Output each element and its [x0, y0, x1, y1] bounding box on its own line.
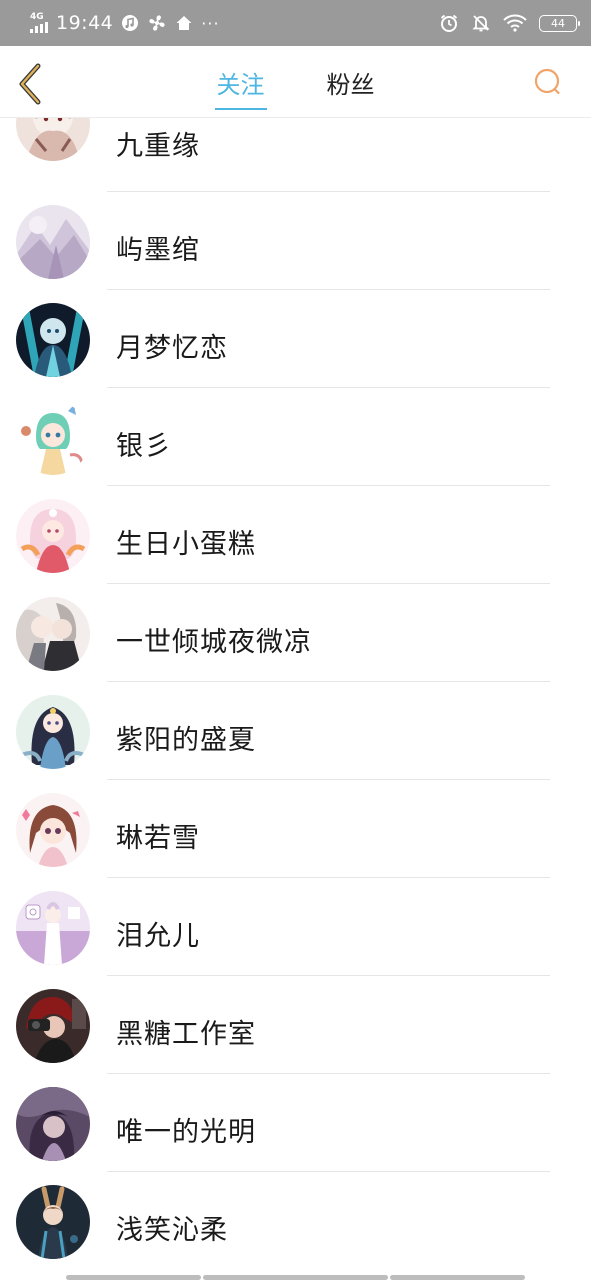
search-button[interactable]	[533, 67, 563, 97]
nav-indicator	[66, 1275, 201, 1280]
tab-bar: 关注 粉丝	[0, 46, 591, 118]
avatar	[16, 793, 90, 867]
list-item[interactable]: 月梦忆恋	[0, 290, 591, 388]
list-item[interactable]: 唯一的光明	[0, 1074, 591, 1172]
list-item[interactable]: 生日小蛋糕	[0, 486, 591, 584]
battery-icon: 44	[539, 14, 580, 32]
list-item[interactable]: 琳若雪	[0, 780, 591, 878]
following-list: 九重缘 屿墨绾 月梦忆恋 银彡 生日小蛋糕 一世倾城夜微凉 紫阳的盛夏 琳若雪 …	[0, 118, 591, 1280]
list-item[interactable]: 一世倾城夜微凉	[0, 584, 591, 682]
user-name: 紫阳的盛夏	[116, 725, 256, 756]
home-icon	[175, 14, 193, 32]
list-item[interactable]: 屿墨绾	[0, 192, 591, 290]
list-item[interactable]: 黑糖工作室	[0, 976, 591, 1074]
user-name: 银彡	[116, 431, 172, 462]
nav-indicator	[203, 1275, 388, 1280]
avatar	[16, 597, 90, 671]
user-name: 泪允儿	[116, 921, 200, 952]
user-name: 一世倾城夜微凉	[116, 627, 312, 658]
signal-icon: 4G	[30, 13, 48, 33]
user-name: 九重缘	[116, 131, 200, 162]
list-item[interactable]: 九重缘	[0, 118, 591, 192]
fan-icon	[147, 13, 167, 33]
avatar	[16, 989, 90, 1063]
search-icon	[534, 68, 560, 95]
avatar	[16, 891, 90, 965]
mute-icon	[471, 13, 491, 33]
status-right: 44	[439, 13, 580, 33]
user-name: 唯一的光明	[116, 1117, 256, 1148]
user-name: 浅笑沁柔	[116, 1215, 228, 1246]
wifi-icon	[503, 14, 527, 32]
avatar	[16, 303, 90, 377]
user-name: 生日小蛋糕	[116, 529, 256, 560]
music-icon	[121, 14, 139, 32]
status-bar: 4G 19:44 ··· 44	[0, 0, 591, 46]
tab-following[interactable]: 关注	[214, 65, 267, 110]
avatar	[16, 1087, 90, 1161]
battery-level: 44	[551, 16, 565, 30]
avatar	[16, 401, 90, 475]
list-item[interactable]: 泪允儿	[0, 878, 591, 976]
user-name: 琳若雪	[116, 823, 200, 854]
nav-indicator	[390, 1275, 525, 1280]
tab-fans[interactable]: 粉丝	[325, 65, 377, 100]
user-name: 月梦忆恋	[116, 333, 228, 364]
alarm-icon	[439, 13, 459, 33]
network-type: 4G	[30, 12, 44, 22]
list-item[interactable]: 紫阳的盛夏	[0, 682, 591, 780]
user-name: 黑糖工作室	[116, 1019, 256, 1050]
status-left: 4G 19:44 ···	[30, 12, 220, 34]
user-name: 屿墨绾	[116, 235, 200, 266]
avatar	[16, 205, 90, 279]
avatar	[16, 1185, 90, 1259]
avatar	[16, 118, 90, 161]
nav-header: 关注 粉丝	[0, 46, 591, 118]
list-item[interactable]: 银彡	[0, 388, 591, 486]
list-item[interactable]: 浅笑沁柔	[0, 1172, 591, 1270]
avatar	[16, 695, 90, 769]
avatar	[16, 499, 90, 573]
more-notifications: ···	[201, 13, 220, 33]
status-time: 19:44	[56, 12, 114, 34]
